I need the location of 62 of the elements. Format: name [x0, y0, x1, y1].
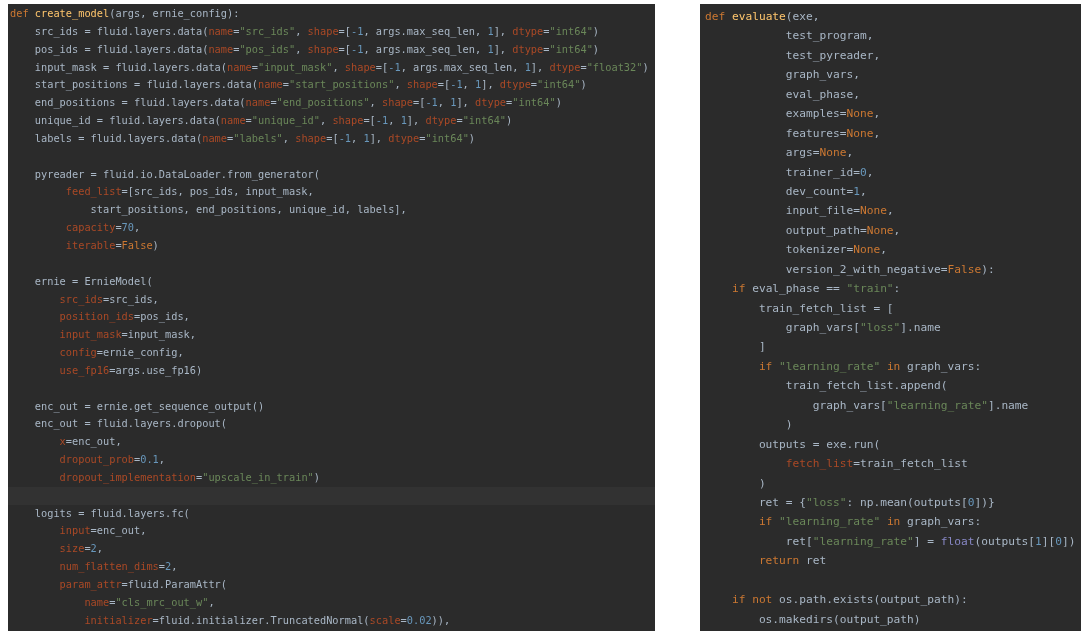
code-line: eval_phase,	[784, 87, 860, 101]
code-line: num_flatten_dims=2,	[58, 560, 178, 573]
code-line: def evaluate(exe,	[705, 10, 820, 23]
code-line: capacity=70,	[64, 221, 141, 234]
code-line: features=None,	[784, 126, 881, 140]
code-line: input_file=None,	[784, 204, 894, 218]
code-line: if "learning_rate" in graph_vars:	[757, 359, 982, 373]
code-line: graph_vars,	[784, 68, 860, 82]
code-line: input_mask = fluid.layers.data(name="input_mask", shape=[-1, args.max_seq_len, 1], dtype="float32")	[33, 60, 649, 73]
code-line: tokenizer=None,	[784, 243, 887, 257]
code-line: version_2_with_negative=False):	[784, 262, 995, 276]
code-line: param_attr=fluid.ParamAttr(	[58, 578, 227, 590]
code-line: ret["learning_rate"] = float(outputs[1][0])	[784, 534, 1076, 548]
code-line: )	[784, 418, 793, 432]
code-line: dropout_implementation="upscale_in_train")	[58, 470, 320, 483]
code-line: config=ernie_config,	[58, 346, 184, 359]
code-line: test_pyreader,	[784, 48, 881, 62]
code-line: graph_vars["learning_rate"].name	[811, 398, 1029, 412]
code-line: output_path=None,	[784, 223, 901, 237]
code-line: if "learning_rate" in graph_vars:	[757, 515, 982, 529]
code-line: ret = {"loss": np.mean(outputs[0])}	[757, 495, 995, 509]
code-line: enc_out = ernie.get_sequence_output()	[33, 399, 265, 412]
code-line: input_mask=input_mask,	[58, 328, 196, 341]
code-line: def create_model(args, ernie_config):	[10, 7, 240, 19]
code-line: position_ids=pos_ids,	[58, 310, 190, 323]
code-line: args=None,	[784, 146, 854, 160]
code-line: ernie = ErnieModel(	[33, 274, 153, 287]
code-line: if eval_phase == "train":	[730, 282, 901, 296]
code-line: iterable=False)	[64, 238, 159, 251]
code-line: if not os.path.exists(output_path):	[730, 593, 968, 607]
code-line: train_fetch_list.append(	[784, 379, 948, 393]
code-line: x=enc_out,	[58, 435, 122, 448]
code-line: outputs = exe.run(	[757, 437, 881, 451]
code-line: test_program,	[784, 29, 874, 43]
code-line: os.makedirs(output_path)	[757, 612, 921, 626]
code-line: graph_vars["loss"].name	[784, 321, 941, 334]
code-line: pyreader = fluid.io.DataLoader.from_generator(	[33, 167, 320, 180]
code-line: src_ids = fluid.layers.data(name="src_ids", shape=[-1, args.max_seq_len, 1], dtype="int64")	[33, 24, 600, 37]
code-line: end_positions = fluid.layers.data(name="end_positions", shape=[-1, 1], dtype="int64")	[33, 96, 562, 109]
code-line: trainer_id=0,	[784, 165, 874, 179]
code-line: return ret	[757, 554, 827, 568]
code-line: start_positions, end_positions, unique_id, labels],	[89, 203, 407, 216]
code-line: ]	[757, 340, 766, 354]
code-line: )	[757, 476, 766, 490]
code-line: logits = fluid.layers.fc(	[33, 506, 190, 519]
code-line: dropout_prob=0.1,	[58, 453, 165, 466]
code-line: train_fetch_list = [	[757, 301, 894, 315]
code-line: src_ids=src_ids,	[58, 292, 159, 305]
code-line: size=2,	[58, 542, 103, 555]
code-line: dev_count=1,	[784, 184, 867, 198]
code-line: labels = fluid.layers.data(name="labels", shape=[-1, 1], dtype="int64")	[33, 131, 476, 144]
code-line: pos_ids = fluid.layers.data(name="pos_ids", shape=[-1, args.max_seq_len, 1], dtype="int64")	[33, 42, 600, 55]
code-line: use_fp16=args.use_fp16)	[58, 363, 203, 376]
code-line: name="cls_mrc_out_w",	[83, 595, 215, 608]
code-line: unique_id = fluid.layers.data(name="unique_id", shape=[-1, 1], dtype="int64")	[33, 114, 513, 127]
code-line: start_positions = fluid.layers.data(name="start_positions", shape=[-1, 1], dtype="int64")	[33, 78, 587, 91]
code-line: fetch_list=train_fetch_list	[784, 457, 968, 471]
code-line: feed_list=[src_ids, pos_ids, input_mask,	[64, 185, 314, 198]
code-line: initializer=fluid.initializer.TruncatedNormal(scale=0.02)),	[83, 613, 451, 626]
code-line: enc_out = fluid.layers.dropout(	[33, 417, 227, 430]
code-line: input=enc_out,	[58, 524, 147, 537]
code-line: examples=None,	[784, 107, 881, 121]
